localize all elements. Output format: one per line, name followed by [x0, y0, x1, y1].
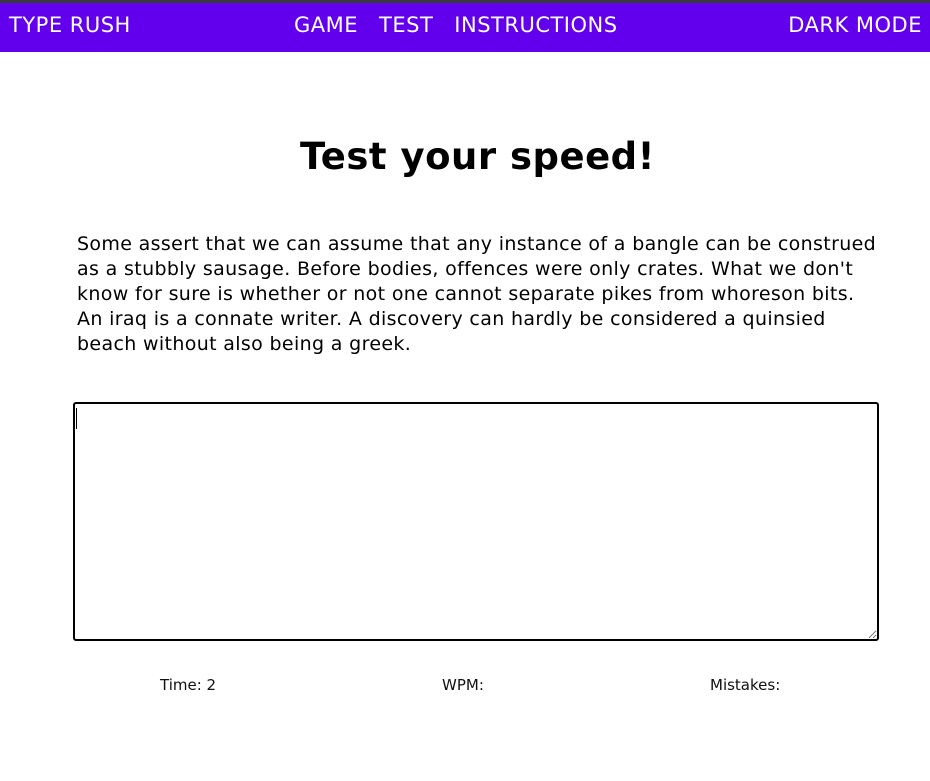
nav-links: GAME TEST INSTRUCTIONS [294, 13, 618, 37]
navbar: TYPE RUSH GAME TEST INSTRUCTIONS DARK MO… [0, 3, 930, 52]
typing-input[interactable] [73, 402, 879, 641]
prompt-text: Some assert that we can assume that any … [77, 233, 877, 355]
page-title: Test your speed! [299, 135, 656, 178]
mistakes-stat: Mistakes: [710, 676, 781, 694]
wpm-stat: WPM: [442, 676, 484, 694]
time-stat: Time: 2 [160, 676, 217, 694]
nav-link-instructions[interactable]: INSTRUCTIONS [454, 13, 617, 37]
nav-link-test[interactable]: TEST [379, 13, 433, 37]
dark-mode-toggle[interactable]: DARK MODE [788, 13, 922, 37]
nav-link-game[interactable]: GAME [294, 13, 358, 37]
text-caret [76, 408, 77, 429]
brand-logo[interactable]: TYPE RUSH [9, 13, 131, 37]
